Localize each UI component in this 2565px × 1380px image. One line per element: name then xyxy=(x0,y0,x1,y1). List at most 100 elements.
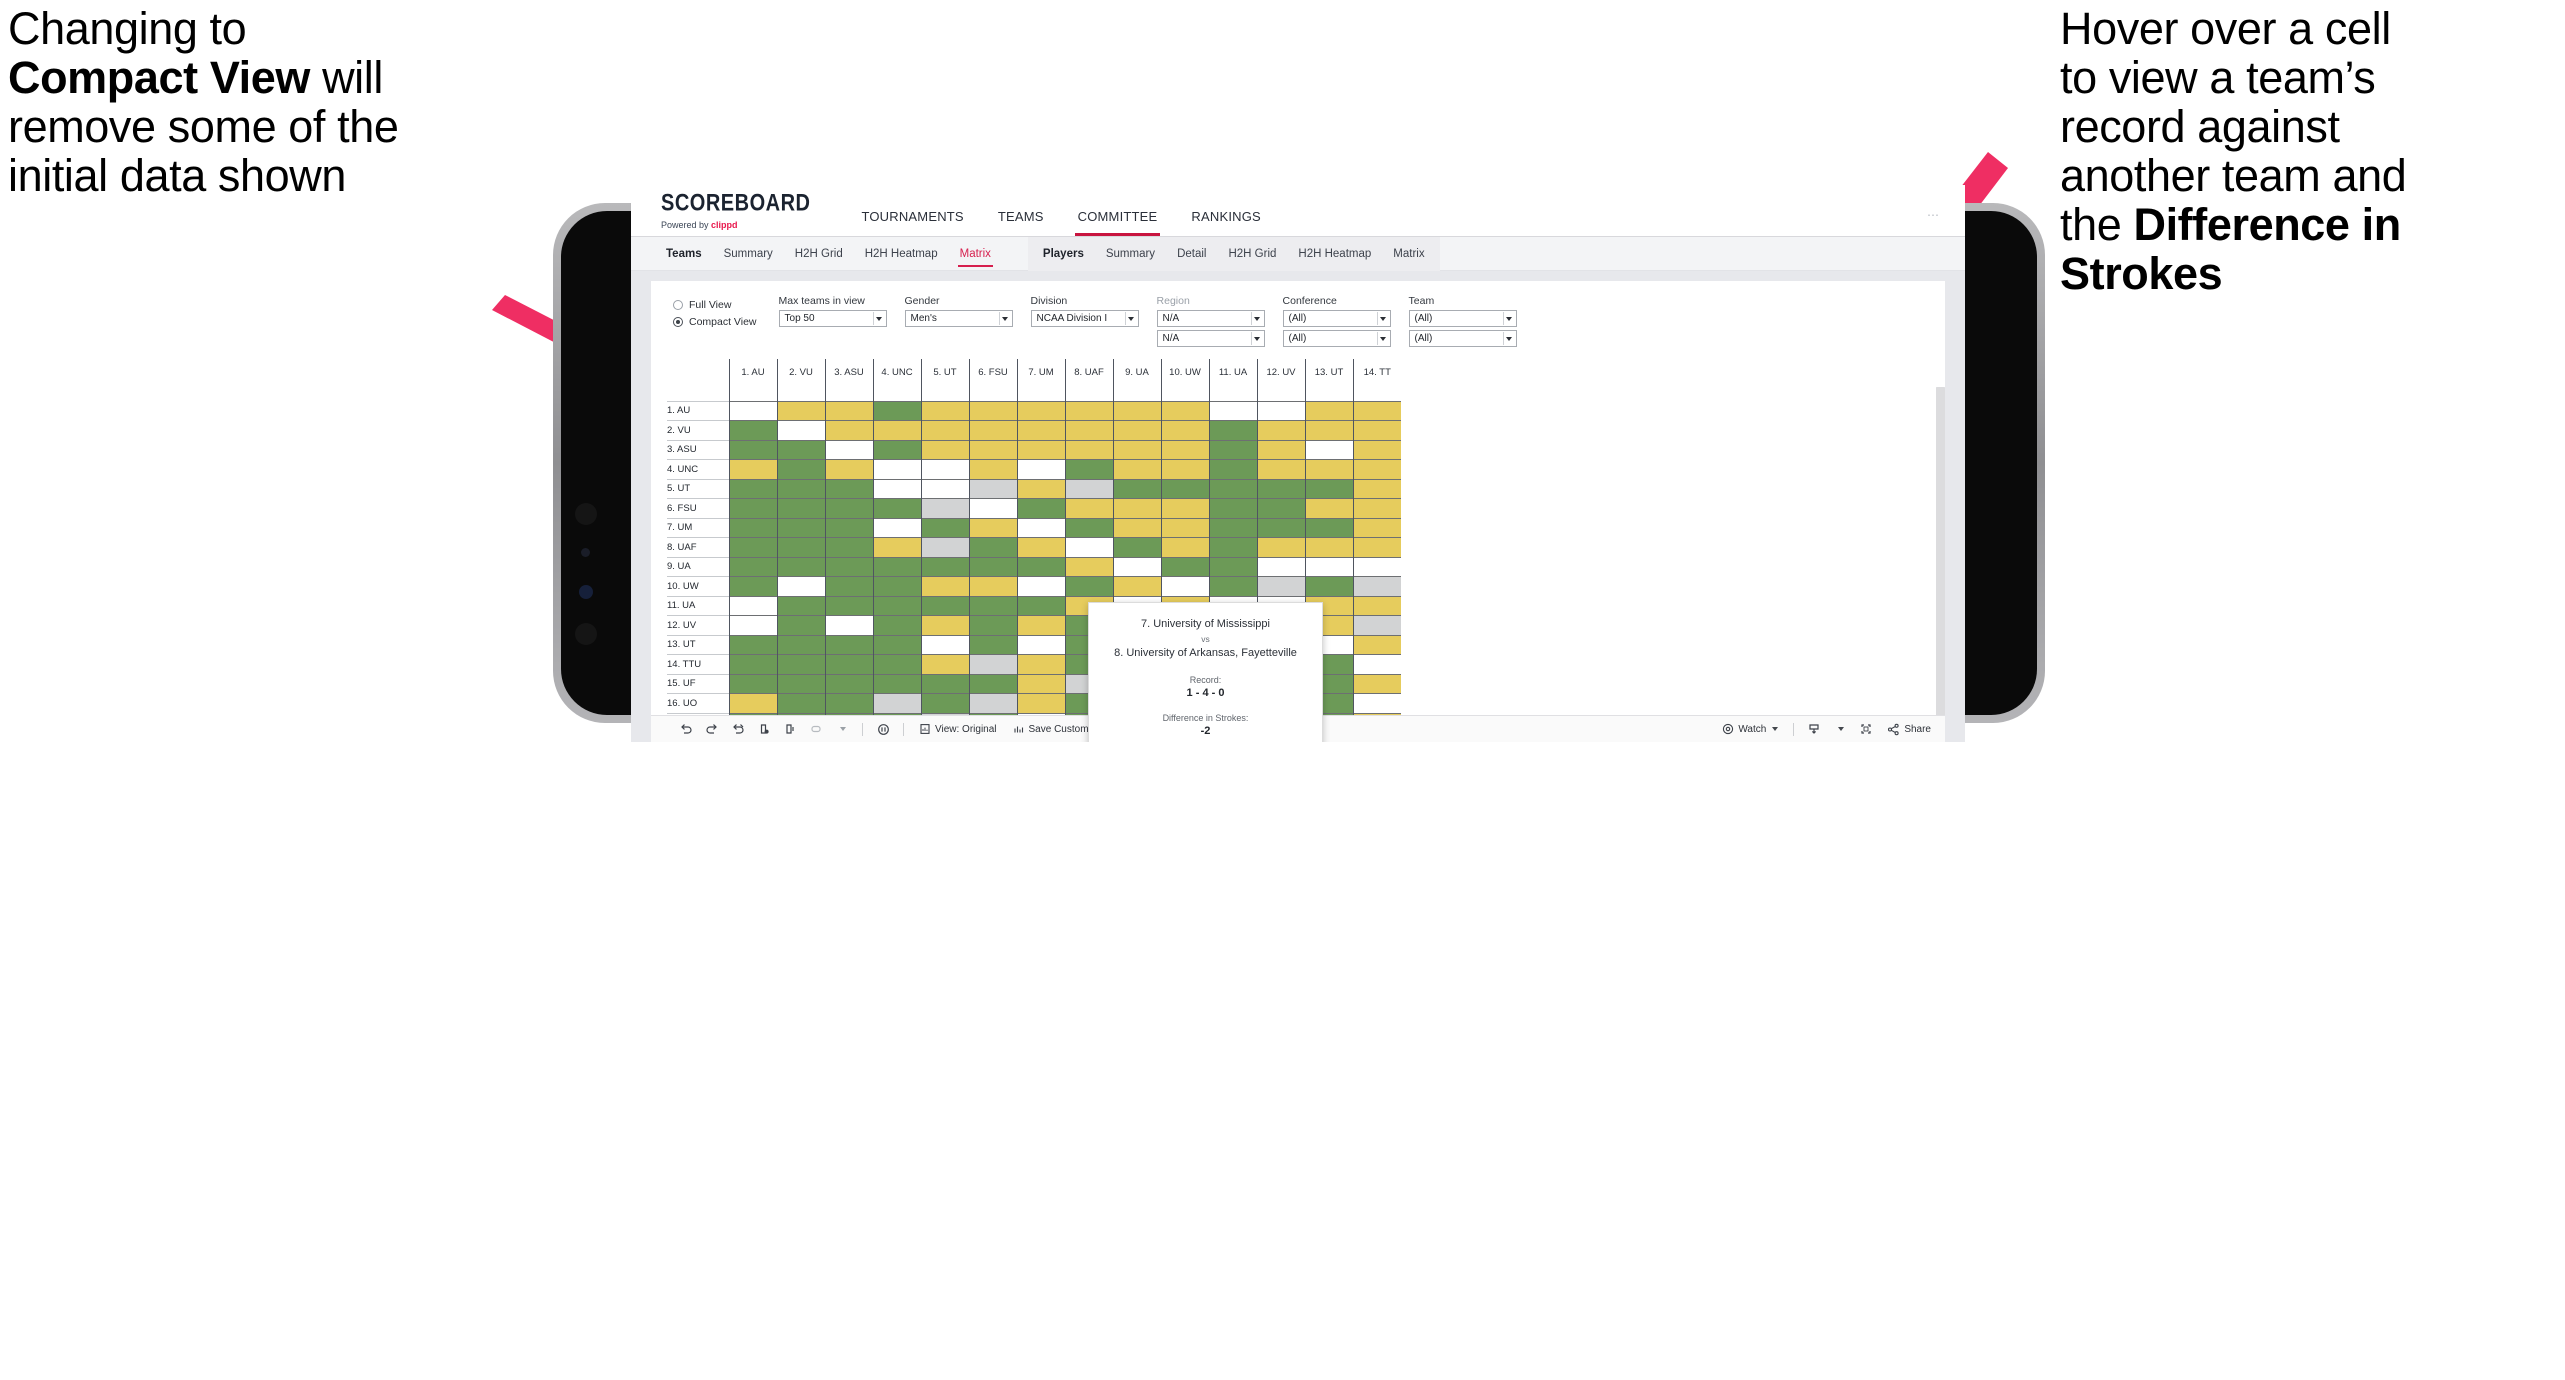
matrix-cell[interactable] xyxy=(1112,556,1161,577)
matrix-cell[interactable] xyxy=(1208,459,1257,479)
matrix-cell[interactable] xyxy=(728,537,777,557)
matrix-cell[interactable] xyxy=(968,654,1017,674)
redo-icon[interactable] xyxy=(699,716,725,743)
matrix-cell[interactable] xyxy=(824,517,873,538)
matrix-row-header[interactable]: 11. UA xyxy=(667,595,729,616)
filter-select-region-2[interactable]: N/A xyxy=(1156,330,1265,347)
matrix-cell[interactable] xyxy=(776,576,825,596)
subnav-item-h2h-heatmap[interactable]: H2H Heatmap xyxy=(1287,237,1382,271)
subnav-item-summary[interactable]: Summary xyxy=(713,237,784,271)
matrix-cell[interactable] xyxy=(1064,459,1113,479)
matrix-row-header[interactable]: 10. UW xyxy=(667,576,729,596)
matrix-cell[interactable] xyxy=(1016,654,1065,674)
matrix-cell[interactable] xyxy=(920,615,969,635)
matrix-cell[interactable] xyxy=(776,537,825,557)
matrix-cell[interactable] xyxy=(920,478,969,499)
matrix-cell[interactable] xyxy=(1064,576,1113,596)
matrix-cell[interactable] xyxy=(1112,478,1161,499)
radio-compact-view[interactable]: Compact View xyxy=(673,313,757,330)
undo-icon[interactable] xyxy=(673,716,699,743)
filter-select-division-1[interactable]: NCAA Division I xyxy=(1030,310,1139,327)
matrix-cell[interactable] xyxy=(776,556,825,577)
matrix-cell[interactable] xyxy=(776,595,825,616)
matrix-cell[interactable] xyxy=(1160,420,1209,440)
matrix-column-header[interactable]: 5. UT xyxy=(920,359,969,385)
matrix-cell[interactable] xyxy=(968,498,1017,518)
matrix-cell[interactable] xyxy=(776,673,825,694)
matrix-cell[interactable] xyxy=(1352,517,1401,538)
matrix-cell[interactable] xyxy=(728,517,777,538)
matrix-column-header[interactable]: 3. ASU xyxy=(824,359,873,385)
matrix-cell[interactable] xyxy=(920,420,969,440)
matrix-cell[interactable] xyxy=(1160,537,1209,557)
matrix-cell[interactable] xyxy=(1160,498,1209,518)
overflow-menu-icon[interactable]: ⋯ xyxy=(1927,208,1941,222)
matrix-cell[interactable] xyxy=(920,439,969,460)
matrix-cell[interactable] xyxy=(824,595,873,616)
matrix-cell[interactable] xyxy=(872,556,921,577)
matrix-cell[interactable] xyxy=(1064,439,1113,460)
matrix-column-header[interactable]: 11. UA xyxy=(1208,359,1257,385)
matrix-cell[interactable] xyxy=(1208,478,1257,499)
matrix-cell[interactable] xyxy=(1160,439,1209,460)
matrix-row-header[interactable]: 1. AU xyxy=(667,400,729,421)
matrix-cell[interactable] xyxy=(776,459,825,479)
matrix-cell[interactable] xyxy=(920,693,969,713)
matrix-cell[interactable] xyxy=(968,537,1017,557)
matrix-column-header[interactable]: 2. VU xyxy=(776,359,825,385)
matrix-cell[interactable] xyxy=(728,576,777,596)
matrix-cell[interactable] xyxy=(824,537,873,557)
refresh-data-icon[interactable] xyxy=(751,716,777,743)
matrix-cell[interactable] xyxy=(1160,459,1209,479)
matrix-cell[interactable] xyxy=(1304,478,1353,499)
matrix-column-header[interactable]: 1. AU xyxy=(728,359,777,385)
view-original-button[interactable]: View: Original xyxy=(911,723,1005,735)
matrix-cell[interactable] xyxy=(1112,459,1161,479)
matrix-cell[interactable] xyxy=(872,478,921,499)
matrix-cell[interactable] xyxy=(1016,400,1065,421)
new-worksheet-icon[interactable] xyxy=(803,716,829,743)
matrix-cell[interactable] xyxy=(1352,634,1401,655)
matrix-cell[interactable] xyxy=(824,673,873,694)
matrix-cell[interactable] xyxy=(872,615,921,635)
matrix-cell[interactable] xyxy=(1352,615,1401,635)
matrix-cell[interactable] xyxy=(1304,420,1353,440)
matrix-column-header[interactable]: 9. UA xyxy=(1112,359,1161,385)
matrix-cell[interactable] xyxy=(728,556,777,577)
topnav-item-teams[interactable]: TEAMS xyxy=(981,209,1061,236)
topnav-item-committee[interactable]: COMMITTEE xyxy=(1061,209,1175,236)
matrix-cell[interactable] xyxy=(1112,517,1161,538)
matrix-cell[interactable] xyxy=(872,654,921,674)
matrix-cell[interactable] xyxy=(728,595,777,616)
matrix-cell[interactable] xyxy=(1352,400,1401,421)
matrix-cell[interactable] xyxy=(728,693,777,713)
matrix-cell[interactable] xyxy=(1016,439,1065,460)
matrix-cell[interactable] xyxy=(1016,498,1065,518)
matrix-cell[interactable] xyxy=(728,420,777,440)
matrix-cell[interactable] xyxy=(1160,517,1209,538)
matrix-cell[interactable] xyxy=(824,478,873,499)
matrix-cell[interactable] xyxy=(968,634,1017,655)
matrix-cell[interactable] xyxy=(968,673,1017,694)
matrix-cell[interactable] xyxy=(1016,420,1065,440)
matrix-row-header[interactable]: 13. UT xyxy=(667,634,729,655)
matrix-cell[interactable] xyxy=(1208,576,1257,596)
matrix-cell[interactable] xyxy=(824,654,873,674)
matrix-cell[interactable] xyxy=(872,576,921,596)
matrix-cell[interactable] xyxy=(1064,537,1113,557)
matrix-cell[interactable] xyxy=(728,478,777,499)
matrix-cell[interactable] xyxy=(1208,420,1257,440)
matrix-cell[interactable] xyxy=(1304,400,1353,421)
matrix-cell[interactable] xyxy=(1304,439,1353,460)
matrix-row-header[interactable]: 5. UT xyxy=(667,478,729,499)
matrix-cell[interactable] xyxy=(1304,537,1353,557)
matrix-cell[interactable] xyxy=(776,615,825,635)
brand-logo[interactable]: SCOREBOARD Powered by clippd xyxy=(661,191,810,236)
filter-select-region-1[interactable]: N/A xyxy=(1156,310,1265,327)
matrix-cell[interactable] xyxy=(1256,537,1305,557)
matrix-cell[interactable] xyxy=(776,400,825,421)
matrix-cell[interactable] xyxy=(1016,595,1065,616)
matrix-cell[interactable] xyxy=(1208,556,1257,577)
matrix-cell[interactable] xyxy=(872,517,921,538)
matrix-cell[interactable] xyxy=(872,537,921,557)
